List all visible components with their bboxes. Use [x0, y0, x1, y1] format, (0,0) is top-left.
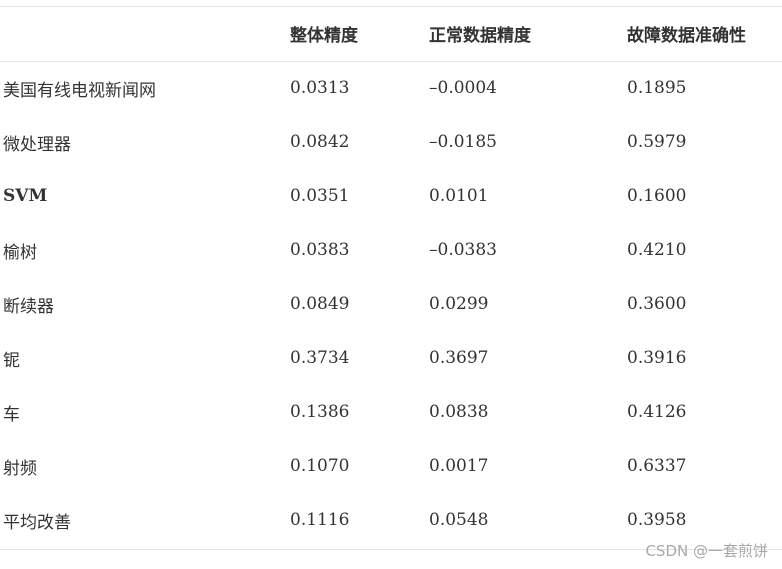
- cell-normal: 0.3697: [429, 348, 489, 368]
- results-table: 整体精度 正常数据精度 故障数据准确性 美国有线电视新闻网 0.0313 –0.…: [0, 7, 782, 547]
- cell-overall: 0.3734: [290, 348, 350, 368]
- row-name: 平均改善: [3, 512, 71, 533]
- cell-normal: –0.0185: [429, 132, 497, 152]
- table-row: 榆树 0.0383 –0.0383 0.4210: [0, 223, 782, 277]
- table-row: 微处理器 0.0842 –0.0185 0.5979: [0, 115, 782, 169]
- row-name: 车: [3, 404, 20, 425]
- cell-normal: 0.0548: [429, 510, 489, 530]
- cell-normal: 0.0017: [429, 456, 489, 476]
- cell-fault: 0.4126: [627, 402, 687, 422]
- cell-normal: 0.0299: [429, 294, 489, 314]
- watermark: CSDN @一套煎饼: [645, 542, 768, 560]
- cell-fault: 0.3958: [627, 510, 687, 530]
- row-name: SVM: [3, 186, 48, 206]
- cell-fault: 0.1600: [627, 186, 687, 206]
- cell-normal: –0.0383: [429, 240, 497, 260]
- table-row: 断续器 0.0849 0.0299 0.3600: [0, 277, 782, 331]
- row-name: 断续器: [3, 296, 54, 317]
- table-row: 平均改善 0.1116 0.0548 0.3958: [0, 493, 782, 547]
- row-name: 美国有线电视新闻网: [3, 80, 156, 101]
- cell-overall: 0.0383: [290, 240, 350, 260]
- table-row: 铌 0.3734 0.3697 0.3916: [0, 331, 782, 385]
- row-name: 射频: [3, 458, 37, 479]
- cell-overall: 0.0313: [290, 78, 350, 99]
- cell-fault: 0.1895: [627, 78, 687, 99]
- cell-overall: 0.1070: [290, 456, 350, 476]
- header-overall-accuracy: 整体精度: [290, 7, 429, 62]
- table-row: SVM 0.0351 0.0101 0.1600: [0, 169, 782, 223]
- cell-normal: –0.0004: [429, 78, 497, 99]
- header-method: [0, 7, 290, 62]
- cell-overall: 0.1116: [290, 510, 350, 530]
- cell-overall: 0.0849: [290, 294, 350, 314]
- table-row: 美国有线电视新闻网 0.0313 –0.0004 0.1895: [0, 61, 782, 115]
- table-row: 射频 0.1070 0.0017 0.6337: [0, 439, 782, 493]
- header-fault-accuracy: 故障数据准确性: [627, 7, 782, 62]
- cell-normal: 0.0101: [429, 186, 489, 206]
- cell-normal: 0.0838: [429, 402, 489, 422]
- table-header-row: 整体精度 正常数据精度 故障数据准确性: [0, 7, 782, 62]
- row-name: 榆树: [3, 242, 37, 263]
- row-name: 铌: [3, 350, 20, 371]
- cell-overall: 0.0842: [290, 132, 350, 152]
- cell-fault: 0.3916: [627, 348, 687, 368]
- cell-fault: 0.3600: [627, 294, 687, 314]
- cell-fault: 0.5979: [627, 132, 687, 152]
- cell-overall: 0.1386: [290, 402, 350, 422]
- cell-fault: 0.6337: [627, 456, 687, 476]
- table-row: 车 0.1386 0.0838 0.4126: [0, 385, 782, 439]
- cell-overall: 0.0351: [290, 186, 350, 206]
- row-name: 微处理器: [3, 134, 71, 155]
- cell-fault: 0.4210: [627, 240, 687, 260]
- header-normal-accuracy: 正常数据精度: [429, 7, 627, 62]
